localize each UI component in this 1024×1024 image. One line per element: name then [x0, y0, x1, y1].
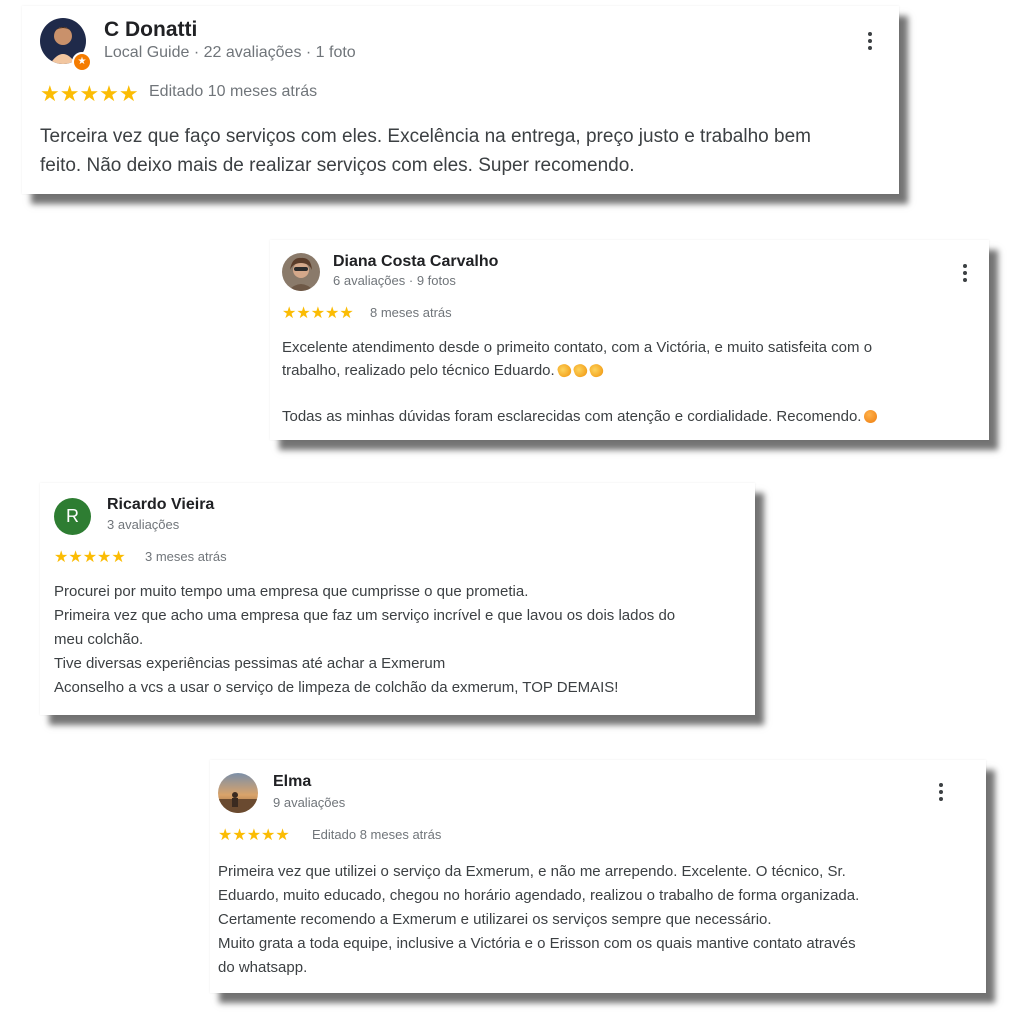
- review-line: Muito grata a toda equipe, inclusive a V…: [218, 935, 856, 952]
- reviewer-name[interactable]: Elma: [273, 773, 311, 791]
- review-line: Certamente recomendo a Exmerum e utiliza…: [218, 911, 772, 928]
- avatar[interactable]: [218, 773, 258, 813]
- clapping-hands-emoji: [587, 362, 605, 379]
- review-text: Primeira vez que utilizei o serviço da E…: [218, 860, 859, 980]
- review-text: Terceira vez que faço serviços com eles.…: [40, 122, 811, 180]
- avatar[interactable]: R: [54, 498, 91, 535]
- review-card-elma: Elma 9 avaliações ★★★★★ Editado 8 meses …: [210, 760, 986, 993]
- star-rating: ★★★★★: [40, 81, 139, 106]
- local-guide-badge-icon: ★: [72, 52, 92, 72]
- review-line-with-emoji: Todas as minhas dúvidas foram esclarecid…: [282, 405, 878, 428]
- review-line: meu colchão.: [54, 631, 144, 648]
- review-card-diana-costa-carvalho: Diana Costa Carvalho 6 avaliações · 9 fo…: [270, 240, 989, 440]
- review-date: Editado 10 meses atrás: [149, 83, 318, 100]
- more-vert-icon[interactable]: [963, 264, 967, 285]
- reviewer-meta: 9 avaliações: [273, 795, 346, 810]
- more-vert-icon[interactable]: [868, 32, 872, 53]
- review-line: Primeira vez que acho uma empresa que fa…: [54, 607, 676, 624]
- review-date: Editado 8 meses atrás: [312, 827, 442, 842]
- review-date: 8 meses atrás: [370, 305, 452, 320]
- review-line: Aconselho a vcs a usar o serviço de limp…: [54, 679, 619, 696]
- reviewer-meta: Local Guide · 22 avaliações · 1 foto: [104, 44, 356, 61]
- review-text: Procurei por muito tempo uma empresa que…: [54, 580, 675, 700]
- more-vert-icon[interactable]: [939, 783, 943, 804]
- review-line: Excelente atendimento desde o primeito c…: [282, 339, 873, 356]
- reviewer-name[interactable]: C Donatti: [104, 18, 197, 42]
- clapping-hands-emoji: [571, 362, 589, 379]
- star-rating: ★★★★★: [54, 549, 126, 566]
- review-line: Terceira vez que faço serviços com eles.…: [40, 126, 811, 147]
- review-line: do whatsapp.: [218, 959, 308, 976]
- review-date: 3 meses atrás: [145, 549, 227, 564]
- review-card-ricardo-vieira: R Ricardo Vieira 3 avaliações ★★★★★ 3 me…: [40, 483, 755, 715]
- review-line: Tive diversas experiências pessimas até …: [54, 655, 446, 672]
- reviewer-name[interactable]: Ricardo Vieira: [107, 496, 214, 514]
- reviewer-meta: 6 avaliações · 9 fotos: [333, 273, 456, 288]
- star-rating: ★★★★★: [282, 305, 354, 322]
- reviewer-meta: 3 avaliações: [107, 517, 180, 532]
- reviewer-name[interactable]: Diana Costa Carvalho: [333, 253, 498, 271]
- review-text: Excelente atendimento desde o primeito c…: [282, 336, 878, 428]
- review-card-c-donatti: ★ C Donatti Local Guide · 22 avaliações …: [22, 6, 899, 194]
- smiling-face-emoji: [864, 410, 878, 423]
- star-rating: ★★★★★: [218, 827, 290, 844]
- clapping-hands-emoji: [555, 362, 573, 379]
- review-line-with-emoji: trabalho, realizado pelo técnico Eduardo…: [282, 359, 877, 382]
- review-line: Primeira vez que utilizei o serviço da E…: [218, 863, 846, 880]
- review-line: trabalho, realizado pelo técnico Eduardo…: [282, 362, 555, 379]
- avatar[interactable]: [282, 253, 320, 291]
- review-line: Eduardo, muito educado, chegou no horári…: [218, 887, 860, 904]
- review-line: feito. Não deixo mais de realizar serviç…: [40, 155, 635, 176]
- review-line: Procurei por muito tempo uma empresa que…: [54, 583, 529, 600]
- review-line: Todas as minhas dúvidas foram esclarecid…: [282, 408, 862, 425]
